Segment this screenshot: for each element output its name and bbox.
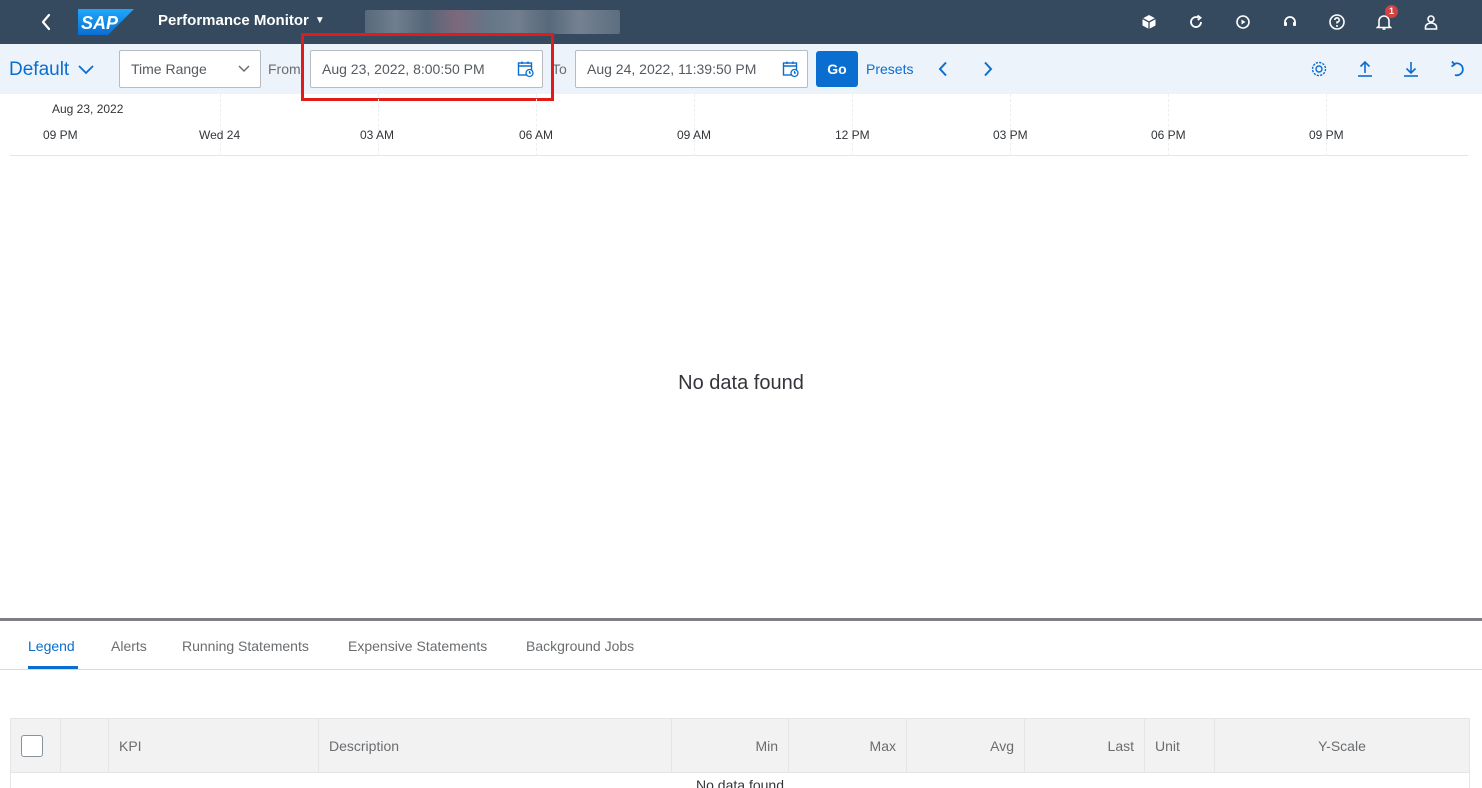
download-icon[interactable] (1397, 55, 1425, 83)
column-unit[interactable]: Unit (1145, 719, 1215, 773)
tick-label: 03 PM (993, 128, 1028, 142)
grid-line (852, 94, 853, 156)
timeline-axis: Aug 23, 2022 09 PM Wed 24 03 AM 06 AM 09… (10, 94, 1468, 156)
chevron-down-icon (228, 51, 260, 87)
grid-line (1168, 94, 1169, 156)
tick-label: 09 PM (43, 128, 78, 142)
from-datetime-value: Aug 23, 2022, 8:00:50 PM (322, 61, 485, 77)
app-title-menu[interactable]: Performance Monitor ▼ (158, 12, 325, 29)
pane-splitter[interactable] (0, 618, 1482, 621)
grid-line (694, 94, 695, 156)
caret-down-icon: ▼ (314, 15, 325, 26)
tick-label: 03 AM (360, 128, 395, 142)
column-last[interactable]: Last (1025, 719, 1145, 773)
grid-line (1326, 94, 1327, 156)
filter-bar: Default Time Range From Aug 23, 2022, 8:… (0, 44, 1482, 94)
active-tab-indicator (28, 666, 78, 669)
settings-icon[interactable] (1305, 55, 1333, 83)
tab-bar: Legend Alerts Running Statements Expensi… (0, 622, 1482, 670)
previous-range-icon[interactable] (932, 56, 954, 82)
cube-icon[interactable] (1125, 0, 1172, 44)
next-range-icon[interactable] (977, 56, 999, 82)
play-icon[interactable] (1219, 0, 1266, 44)
timeline-date-label: Aug 23, 2022 (52, 102, 124, 116)
tick-label: 09 PM (1309, 128, 1344, 142)
auto-refresh-icon[interactable] (1444, 55, 1472, 83)
sap-logo[interactable]: SAP (78, 9, 134, 35)
help-icon[interactable] (1313, 0, 1360, 44)
to-datetime-value: Aug 24, 2022, 11:39:50 PM (587, 61, 757, 77)
column-avg[interactable]: Avg (907, 719, 1025, 773)
tab-background-jobs[interactable]: Background Jobs (526, 638, 634, 654)
to-label: To (552, 61, 567, 77)
column-y-scale[interactable]: Y-Scale (1215, 719, 1469, 773)
select-all-checkbox[interactable] (21, 735, 43, 757)
column-kpi[interactable]: KPI (109, 719, 319, 773)
upload-icon[interactable] (1351, 55, 1379, 83)
tick-label: Wed 24 (199, 128, 241, 142)
grid-line (1010, 94, 1011, 156)
tick-label: 06 PM (1151, 128, 1186, 142)
notifications-bell-icon[interactable]: 1 (1360, 0, 1407, 44)
from-datetime-input[interactable]: Aug 23, 2022, 8:00:50 PM (310, 50, 543, 88)
tab-legend[interactable]: Legend (28, 638, 75, 654)
grid-line (220, 94, 221, 156)
column-description[interactable]: Description (319, 719, 672, 773)
notification-badge: 1 (1385, 5, 1398, 18)
datetime-picker-icon[interactable] (510, 51, 542, 87)
datetime-picker-icon[interactable] (775, 51, 807, 87)
variant-label: Default (9, 59, 70, 80)
column-max[interactable]: Max (789, 719, 907, 773)
sap-logo-text: SAP (81, 13, 119, 33)
legend-table: KPI Description Min Max Avg Last Unit Y-… (10, 718, 1470, 788)
grid-line (378, 94, 379, 156)
back-icon[interactable] (36, 10, 56, 34)
presets-link[interactable]: Presets (866, 61, 913, 77)
time-range-select[interactable]: Time Range (119, 50, 261, 88)
chart-empty-message: No data found (678, 372, 804, 394)
support-icon[interactable] (1266, 0, 1313, 44)
variant-selector[interactable]: Default (9, 59, 95, 81)
table-empty-message: No data found (696, 777, 784, 788)
chevron-down-icon (78, 65, 94, 75)
to-datetime-input[interactable]: Aug 24, 2022, 11:39:50 PM (575, 50, 808, 88)
tick-label: 09 AM (677, 128, 712, 142)
app-title: Performance Monitor (158, 12, 309, 29)
tab-running-statements[interactable]: Running Statements (182, 638, 309, 654)
header-spacer (61, 719, 109, 773)
refresh-icon[interactable] (1172, 0, 1219, 44)
tab-expensive-statements[interactable]: Expensive Statements (348, 638, 487, 654)
table-header: KPI Description Min Max Avg Last Unit Y-… (11, 719, 1469, 773)
tick-label: 12 PM (835, 128, 870, 142)
from-label: From (268, 61, 301, 77)
select-all-cell (11, 719, 61, 773)
tick-label: 06 AM (519, 128, 554, 142)
shell-bar: SAP Performance Monitor ▼ 1 (0, 0, 1482, 44)
tab-alerts[interactable]: Alerts (111, 638, 147, 654)
column-min[interactable]: Min (672, 719, 789, 773)
time-range-value: Time Range (131, 61, 207, 77)
grid-line (536, 94, 537, 156)
redacted-system-name (365, 10, 620, 34)
user-icon[interactable] (1407, 0, 1454, 44)
go-button[interactable]: Go (816, 51, 858, 87)
